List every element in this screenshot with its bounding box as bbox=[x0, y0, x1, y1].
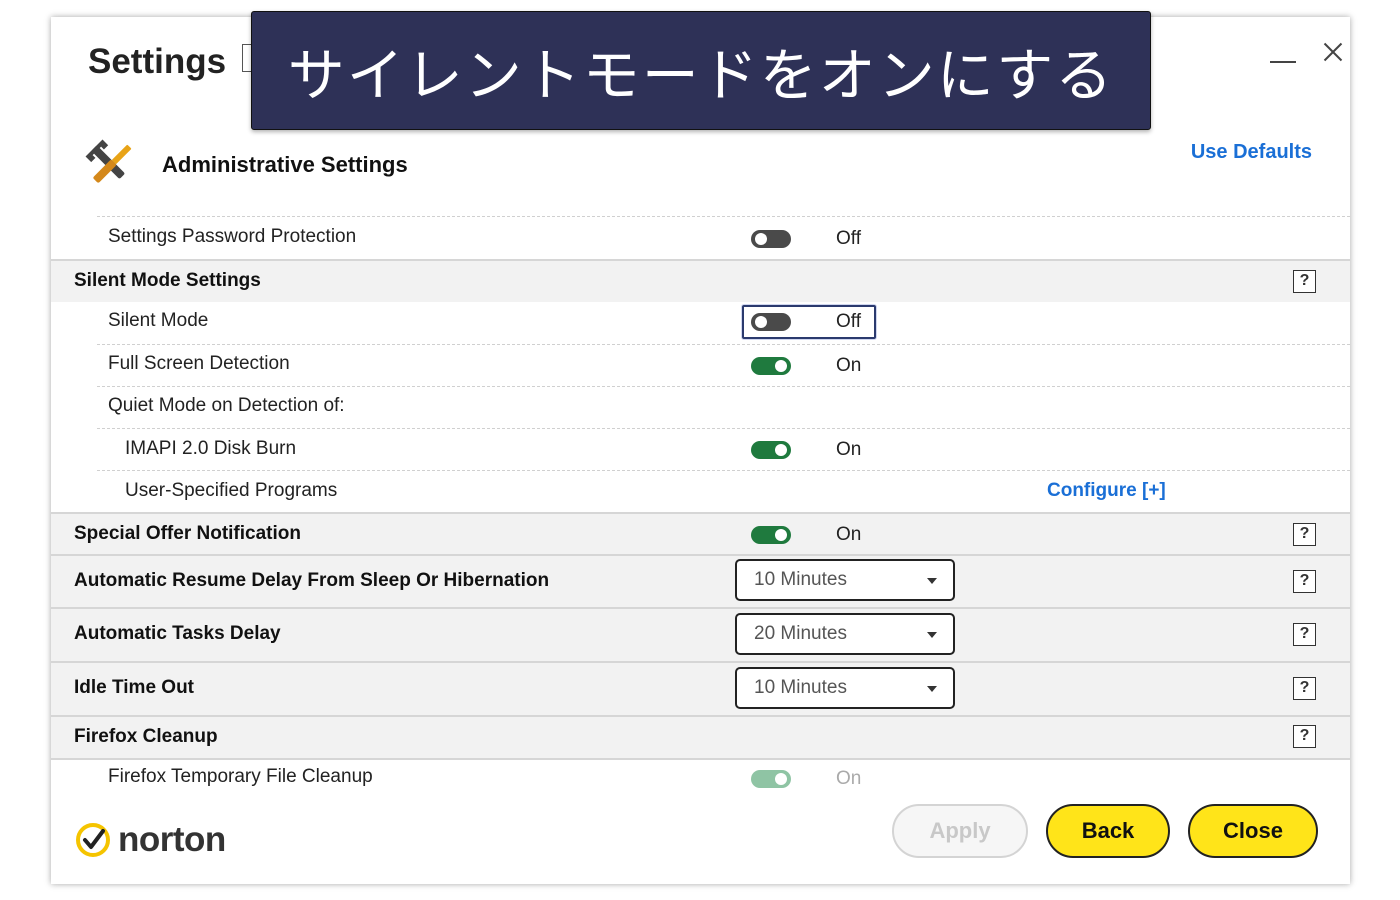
back-button[interactable]: Back bbox=[1046, 804, 1170, 858]
imapi-disk-burn-state: On bbox=[836, 439, 862, 460]
tasks-delay-section: Automatic Tasks Delay 20 Minutes ? bbox=[51, 607, 1350, 661]
quiet-mode-label: Quiet Mode on Detection of: bbox=[108, 395, 345, 416]
special-offer-section: Special Offer Notification On ? bbox=[51, 512, 1350, 554]
dropdown-arrow-icon bbox=[927, 686, 937, 692]
special-offer-label: Special Offer Notification bbox=[74, 523, 301, 544]
window-title: Settings bbox=[88, 42, 227, 81]
apply-button[interactable]: Apply bbox=[892, 804, 1028, 858]
resume-delay-value: 10 Minutes bbox=[754, 569, 847, 590]
idle-timeout-dropdown[interactable]: 10 Minutes bbox=[735, 667, 955, 709]
norton-brand-text: norton bbox=[118, 820, 226, 859]
firefox-temp-toggle[interactable] bbox=[751, 770, 791, 788]
use-defaults-link[interactable]: Use Defaults bbox=[1191, 141, 1312, 164]
help-icon[interactable]: ? bbox=[1293, 270, 1316, 293]
silent-mode-label: Silent Mode bbox=[108, 310, 209, 331]
idle-timeout-label: Idle Time Out bbox=[74, 677, 195, 698]
help-icon[interactable]: ? bbox=[1293, 570, 1316, 593]
silent-mode-row: Silent Mode Off bbox=[97, 302, 1350, 344]
imapi-disk-burn-label: IMAPI 2.0 Disk Burn bbox=[125, 438, 297, 459]
minimize-icon[interactable] bbox=[1266, 35, 1302, 71]
help-icon[interactable]: ? bbox=[1293, 523, 1316, 546]
imapi-disk-burn-row: IMAPI 2.0 Disk Burn On bbox=[97, 428, 1350, 470]
tasks-delay-label: Automatic Tasks Delay bbox=[74, 623, 281, 644]
norton-check-icon bbox=[76, 823, 110, 857]
user-programs-row: User-Specified Programs Configure [+] bbox=[97, 470, 1350, 512]
tasks-delay-value: 20 Minutes bbox=[754, 623, 847, 644]
silent-mode-toggle[interactable] bbox=[751, 313, 791, 331]
close-icon[interactable] bbox=[1317, 35, 1350, 71]
close-button[interactable]: Close bbox=[1188, 804, 1318, 858]
settings-window: Settings Administrative Settings Use Def… bbox=[51, 17, 1350, 884]
imapi-disk-burn-toggle[interactable] bbox=[751, 441, 791, 459]
help-icon[interactable]: ? bbox=[1293, 725, 1316, 748]
resume-delay-dropdown[interactable]: 10 Minutes bbox=[735, 559, 955, 601]
caption-overlay: サイレントモードをオンにする bbox=[251, 11, 1151, 130]
password-protection-label: Settings Password Protection bbox=[108, 226, 357, 247]
password-protection-toggle[interactable] bbox=[751, 230, 791, 248]
silent-mode-settings-section: Silent Mode Settings ? bbox=[51, 259, 1350, 302]
full-screen-detection-label: Full Screen Detection bbox=[108, 353, 290, 374]
resume-delay-section: Automatic Resume Delay From Sleep Or Hib… bbox=[51, 554, 1350, 607]
password-protection-row: Settings Password Protection Off bbox=[97, 216, 1350, 259]
firefox-cleanup-label: Firefox Cleanup bbox=[74, 726, 218, 747]
help-icon[interactable]: ? bbox=[1293, 623, 1316, 646]
norton-logo: norton bbox=[74, 815, 226, 865]
full-screen-detection-row: Full Screen Detection On bbox=[97, 344, 1350, 386]
idle-timeout-section: Idle Time Out 10 Minutes ? bbox=[51, 661, 1350, 715]
full-screen-detection-toggle[interactable] bbox=[751, 357, 791, 375]
resume-delay-label: Automatic Resume Delay From Sleep Or Hib… bbox=[74, 570, 550, 591]
firefox-temp-label: Firefox Temporary File Cleanup bbox=[108, 766, 373, 787]
tasks-delay-dropdown[interactable]: 20 Minutes bbox=[735, 613, 955, 655]
idle-timeout-value: 10 Minutes bbox=[754, 677, 847, 698]
admin-settings-title: Administrative Settings bbox=[162, 152, 408, 177]
firefox-temp-state: On bbox=[836, 768, 862, 789]
password-protection-state: Off bbox=[836, 228, 861, 249]
dropdown-arrow-icon bbox=[927, 578, 937, 584]
silent-mode-settings-label: Silent Mode Settings bbox=[74, 270, 261, 291]
full-screen-detection-state: On bbox=[836, 355, 862, 376]
special-offer-state: On bbox=[836, 524, 862, 545]
special-offer-toggle[interactable] bbox=[751, 526, 791, 544]
dropdown-arrow-icon bbox=[927, 632, 937, 638]
configure-link[interactable]: Configure [+] bbox=[1047, 480, 1166, 502]
firefox-temp-row: Firefox Temporary File Cleanup On bbox=[51, 758, 1350, 800]
quiet-mode-row: Quiet Mode on Detection of: bbox=[97, 386, 1350, 428]
admin-tools-icon bbox=[85, 139, 132, 183]
firefox-cleanup-section: Firefox Cleanup ? bbox=[51, 715, 1350, 758]
silent-mode-state: Off bbox=[836, 311, 861, 332]
user-programs-label: User-Specified Programs bbox=[125, 480, 338, 501]
help-icon[interactable]: ? bbox=[1293, 677, 1316, 700]
